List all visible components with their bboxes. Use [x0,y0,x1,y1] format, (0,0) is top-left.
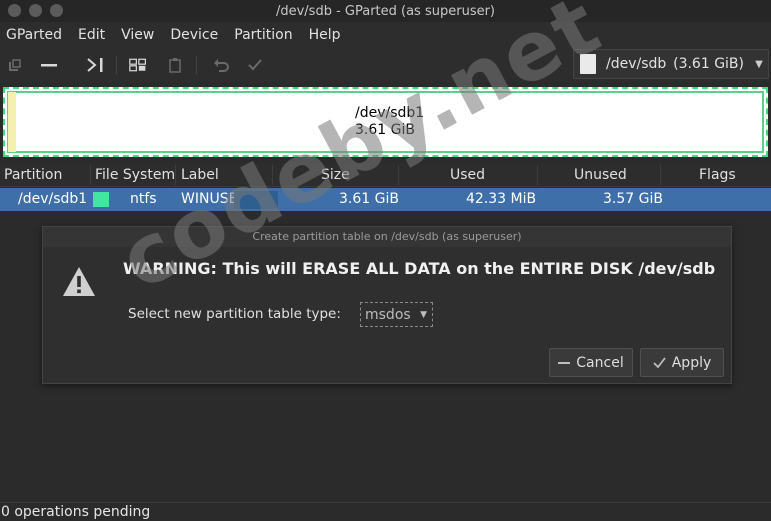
partition-block-label: /dev/sdb1 3.61 GiB [355,105,424,139]
device-selector[interactable]: /dev/sdb (3.61 GiB) ▼ [573,49,769,79]
cell-label: WINUSB [181,191,239,207]
column-used[interactable]: Used [450,167,485,183]
filesystem-color-swatch [93,192,109,207]
window-controls [8,4,63,17]
device-name: /dev/sdb [606,56,667,72]
warning-text: WARNING: This will ERASE ALL DATA on the… [123,259,716,278]
cell-unused: 3.57 GiB [603,191,663,207]
column-file-system[interactable]: File System [95,167,175,183]
resize-move-icon[interactable] [86,56,104,74]
minimize-window-button[interactable] [29,4,42,17]
cell-file-system: ntfs [130,191,157,207]
title-bar: /dev/sdb - GParted (as superuser) [0,0,771,22]
table-row[interactable]: /dev/sdb1 ntfs WINUSB 3.61 GiB 42.33 MiB… [0,188,771,211]
status-bar: 0 operations pending [0,502,771,521]
new-partition-icon[interactable] [6,56,24,74]
cell-partition: /dev/sdb1 [18,191,88,207]
status-text: 0 operations pending [1,504,151,520]
menu-gparted[interactable]: GParted [0,27,68,43]
check-icon [653,357,666,368]
column-divider [90,165,91,185]
toolbar-separator [196,56,197,74]
delete-icon[interactable] [40,56,58,74]
partition-used-bar [8,92,16,152]
minus-icon [558,361,571,364]
column-divider [272,165,273,185]
undo-icon[interactable] [212,56,230,74]
paste-icon[interactable] [166,56,184,74]
column-divider [537,165,538,185]
toolbar-separator [116,56,117,74]
menu-help[interactable]: Help [303,27,347,43]
apply-button[interactable]: Apply [640,348,724,377]
column-divider [398,165,399,185]
cell-used: 42.33 MiB [466,191,537,207]
column-flags[interactable]: Flags [699,167,736,183]
cancel-button[interactable]: Cancel [549,348,633,377]
menu-partition[interactable]: Partition [228,27,298,43]
create-partition-table-dialog: Create partition table on /dev/sdb (as s… [42,226,732,384]
maximize-window-button[interactable] [50,4,63,17]
menu-bar: GParted Edit View Device Partition Help [0,22,771,48]
menu-edit[interactable]: Edit [72,27,111,43]
close-window-button[interactable] [8,4,21,17]
disk-map[interactable]: /dev/sdb1 3.61 GiB [3,87,768,157]
partition-table-type-value: msdos [365,306,411,323]
apply-button-label: Apply [671,354,712,371]
chevron-down-icon: ▼ [420,309,427,320]
dialog-title: Create partition table on /dev/sdb (as s… [43,227,731,247]
column-divider [660,165,661,185]
disk-icon [580,54,596,74]
partition-table-header: Partition File System Label Size Used Un… [0,163,771,187]
partition-block-name: /dev/sdb1 [355,105,425,121]
device-size: (3.61 GiB) [673,56,744,72]
column-unused[interactable]: Unused [574,167,627,183]
cell-size: 3.61 GiB [339,191,399,207]
partition-table-type-select[interactable]: msdos ▼ [360,302,433,327]
apply-icon[interactable] [246,56,264,74]
menu-view[interactable]: View [115,27,160,43]
partition-block-size: 3.61 GiB [355,122,415,138]
chevron-down-icon: ▼ [755,58,763,70]
column-partition[interactable]: Partition [4,167,62,183]
warning-icon [61,265,97,299]
table-type-label: Select new partition table type: [128,306,341,322]
window-title: /dev/sdb - GParted (as superuser) [275,3,496,19]
copy-icon[interactable] [129,56,147,74]
cancel-button-label: Cancel [576,354,624,371]
column-label[interactable]: Label [181,167,219,183]
column-size[interactable]: Size [321,167,350,183]
column-divider [175,165,176,185]
menu-device[interactable]: Device [164,27,224,43]
label-redaction [234,191,278,209]
